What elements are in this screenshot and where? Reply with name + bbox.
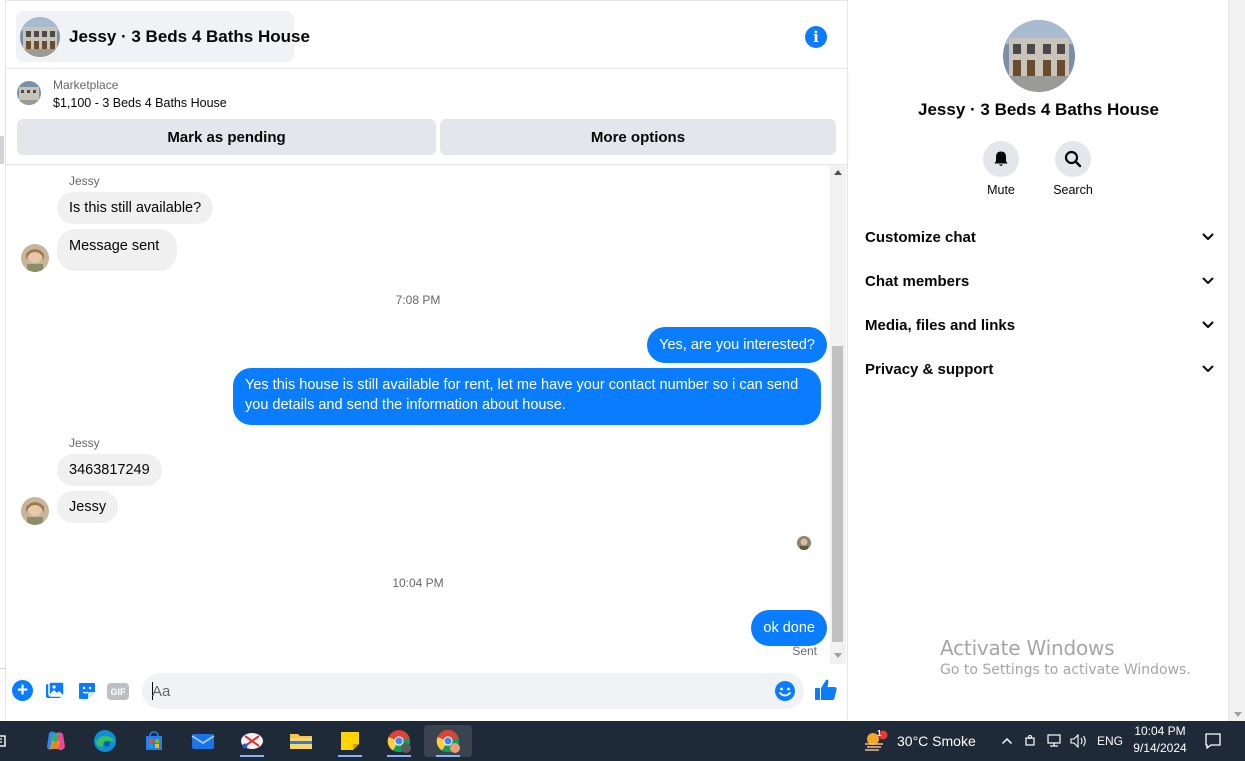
mute-label: Mute [987, 183, 1015, 197]
thumbs-up-icon[interactable] [814, 678, 838, 702]
sender-avatar[interactable] [21, 497, 49, 525]
conversation-title: Jessy · 3 Beds 4 Baths House [918, 100, 1159, 119]
message-input-box[interactable] [142, 673, 804, 709]
chat-title: Jessy · 3 Beds 4 Baths House [69, 26, 310, 46]
windows-taskbar: 1 30°C Smoke ENG 10:04 PM 9/14/2024 [0, 721, 1245, 761]
activate-windows-subtitle: Go to Settings to activate Windows. [940, 662, 1191, 678]
row-label: Chat members [865, 272, 970, 290]
task-view-icon[interactable] [0, 725, 14, 757]
running-indicator [387, 755, 411, 757]
listing-price[interactable]: $1,100 - 3 Beds 4 Baths House [53, 96, 227, 110]
search-button[interactable]: Search [1043, 141, 1103, 197]
message-incoming[interactable]: Is this still available? [57, 192, 214, 224]
message-input[interactable] [152, 681, 752, 701]
conversation-info-panel: Jessy · 3 Beds 4 Baths House Mute Search… [849, 0, 1228, 721]
message-scrollbar[interactable] [830, 166, 846, 664]
language-indicator[interactable]: ENG [1097, 734, 1123, 748]
row-label: Customize chat [865, 228, 976, 246]
chevron-down-icon [1201, 230, 1215, 244]
gif-icon[interactable]: GIF [107, 683, 129, 700]
seen-receipt-avatar [797, 536, 811, 550]
message-incoming[interactable]: Message sent [57, 229, 177, 271]
chevron-down-icon [1201, 362, 1215, 376]
plus-icon[interactable]: + [12, 680, 33, 701]
copilot-icon[interactable] [36, 725, 76, 757]
left-edge-marker [0, 136, 4, 164]
chat-members-row[interactable]: Chat members [865, 267, 1215, 295]
weather-icon[interactable]: 1 [860, 725, 890, 757]
scroll-thumb[interactable] [832, 346, 843, 642]
running-indicator [240, 755, 264, 757]
sender-name: Jessy [69, 436, 100, 450]
volume-icon[interactable] [1069, 725, 1089, 757]
listing-thumbnail[interactable] [17, 81, 41, 105]
media-files-links-row[interactable]: Media, files and links [865, 311, 1215, 339]
customize-chat-row[interactable]: Customize chat [865, 223, 1215, 251]
scroll-down-arrow-icon[interactable] [1234, 712, 1242, 717]
page-scrollbar[interactable] [1228, 0, 1245, 721]
mark-as-pending-button[interactable]: Mark as pending [17, 119, 436, 155]
message-composer: + GIF [6, 664, 848, 721]
message-list: Jessy Is this still available? Message s… [6, 166, 830, 664]
marketplace-label: Marketplace [53, 78, 119, 92]
sticky-notes-icon[interactable] [330, 725, 370, 757]
sender-avatar[interactable] [21, 244, 49, 272]
clock-time[interactable]: 10:04 PM [1130, 724, 1190, 738]
timestamp: 7:08 PM [395, 293, 441, 307]
scroll-down-arrow-icon[interactable] [834, 653, 842, 658]
mute-button[interactable]: Mute [971, 141, 1031, 197]
activate-windows-title: Activate Windows [940, 636, 1115, 660]
chat-header: Jessy · 3 Beds 4 Baths House i [6, 4, 848, 69]
scroll-up-arrow-icon[interactable] [834, 170, 842, 175]
chrome-active-icon[interactable] [424, 725, 472, 757]
microsoft-store-icon[interactable] [134, 725, 174, 757]
file-explorer-icon[interactable] [281, 725, 321, 757]
timestamp: 10:04 PM [392, 576, 444, 590]
message-incoming[interactable]: 3463817249 [57, 454, 162, 486]
message-status: Sent [792, 644, 817, 658]
app-window: Jessy · 3 Beds 4 Baths House i Marketpla… [0, 0, 1245, 761]
chevron-down-icon [1201, 318, 1215, 332]
bell-icon [983, 141, 1019, 177]
search-icon [1055, 141, 1091, 177]
listing-avatar [20, 16, 60, 57]
clock-date[interactable]: 9/14/2024 [1130, 741, 1190, 755]
mail-icon[interactable] [183, 725, 223, 757]
meet-now-icon[interactable] [1022, 725, 1040, 757]
weather-badge: 1 [877, 729, 882, 738]
chrome-profile-icon[interactable] [379, 725, 419, 757]
network-icon[interactable] [1045, 725, 1065, 757]
chevron-up-icon[interactable] [998, 725, 1016, 757]
privacy-support-row[interactable]: Privacy & support [865, 355, 1215, 383]
weather-text[interactable]: 30°C Smoke [897, 733, 976, 749]
message-outgoing[interactable]: ok done [751, 610, 827, 646]
marketplace-bar: Marketplace $1,100 - 3 Beds 4 Baths Hous… [6, 69, 848, 165]
search-label: Search [1053, 183, 1093, 197]
row-label: Privacy & support [865, 360, 994, 378]
message-outgoing[interactable]: Yes this house is still available for re… [233, 368, 821, 425]
snipping-tool-icon[interactable] [232, 725, 272, 757]
image-icon[interactable] [44, 680, 66, 702]
sticker-icon[interactable] [76, 680, 98, 702]
running-indicator [436, 755, 460, 757]
sender-name: Jessy [69, 174, 100, 188]
message-outgoing[interactable]: Yes, are you interested? [647, 327, 827, 363]
chat-pane: Jessy · 3 Beds 4 Baths House i Marketpla… [6, 0, 848, 721]
emoji-icon[interactable] [774, 680, 796, 702]
edge-browser-icon[interactable] [85, 725, 125, 757]
message-incoming[interactable]: Jessy [57, 491, 119, 523]
running-indicator [338, 755, 362, 757]
conversation-avatar[interactable] [1003, 20, 1075, 92]
row-label: Media, files and links [865, 316, 1016, 334]
chevron-down-icon [1201, 274, 1215, 288]
more-options-button[interactable]: More options [440, 119, 836, 155]
info-icon[interactable]: i [805, 26, 827, 48]
notification-icon[interactable] [1200, 725, 1226, 757]
chat-title-button[interactable]: Jessy · 3 Beds 4 Baths House [16, 11, 310, 62]
